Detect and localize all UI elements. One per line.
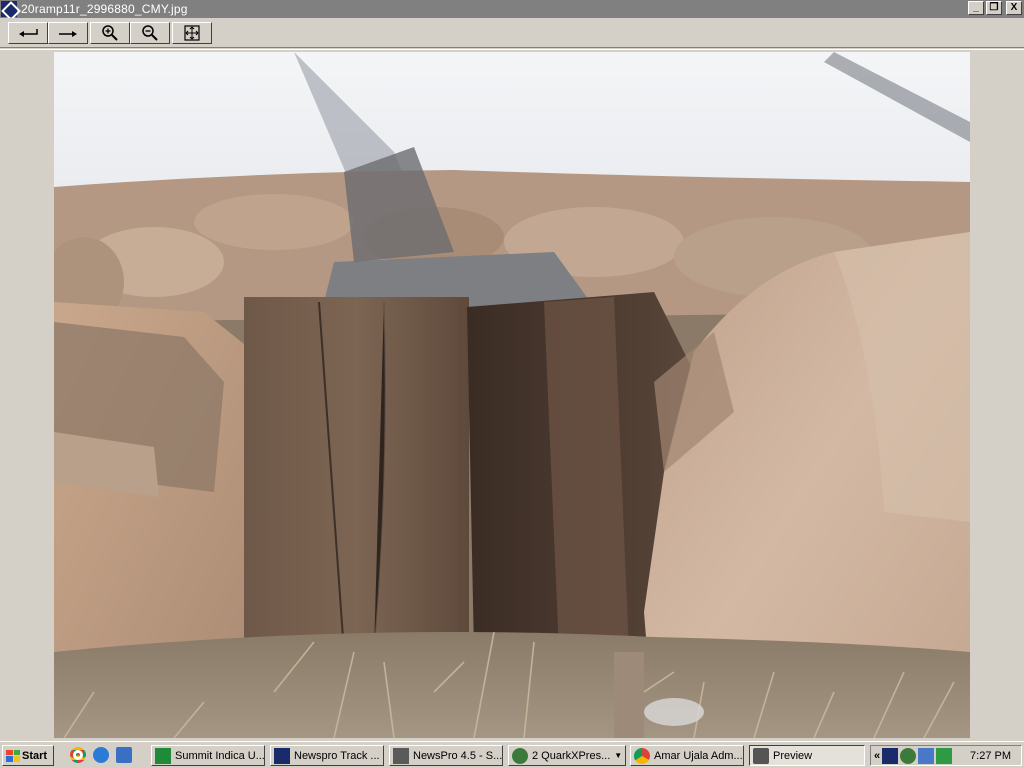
network-tray-icon[interactable] xyxy=(900,747,917,764)
title-bar: 20ramp11r_2996880_CMY.jpg _ ❐ X xyxy=(0,0,1024,18)
tray-expand-button[interactable]: « xyxy=(874,750,880,762)
zoom-out-button[interactable] xyxy=(130,22,170,44)
task-amar-ujala[interactable]: Amar Ujala Adm... xyxy=(630,745,744,766)
task-newspro-45[interactable]: NewsPro 4.5 - S... xyxy=(389,745,503,766)
newspro-window-icon xyxy=(393,747,409,764)
task-label: Newspro Track ... xyxy=(294,749,380,762)
close-button[interactable]: X xyxy=(1006,1,1022,15)
task-preview[interactable]: Preview xyxy=(749,745,865,766)
fit-window-icon xyxy=(184,25,200,41)
next-button[interactable] xyxy=(48,22,88,44)
task-newspro-track[interactable]: Newspro Track ... xyxy=(270,745,384,766)
windows-flag-icon xyxy=(6,749,20,762)
task-label: Preview xyxy=(773,749,813,762)
app-icon xyxy=(1,1,17,17)
computer-tray-icon[interactable] xyxy=(918,747,935,764)
preview-icon xyxy=(753,747,769,764)
zoom-in-button[interactable] xyxy=(90,22,130,44)
newspro-tray-icon[interactable] xyxy=(882,747,899,764)
show-desktop-icon[interactable] xyxy=(116,747,132,763)
arrow-left-icon xyxy=(19,29,38,37)
chrome-icon xyxy=(634,747,650,764)
task-label: Amar Ujala Adm... xyxy=(654,749,743,762)
volume-tray-icon[interactable] xyxy=(936,747,953,764)
restore-button[interactable]: ❐ xyxy=(986,1,1002,15)
quarkxpress-icon xyxy=(512,747,528,764)
fit-to-window-button[interactable] xyxy=(172,22,212,44)
zoom-in-icon xyxy=(102,25,118,41)
task-label: 2 QuarkXPres... xyxy=(532,749,611,762)
system-tray: « 7:27 PM xyxy=(870,745,1022,766)
image-viewer[interactable] xyxy=(0,49,1024,741)
chrome-quicklaunch-icon[interactable] xyxy=(70,747,86,763)
newspro-icon xyxy=(274,747,290,764)
taskbar: Start Summit Indica U... Newspro Track .… xyxy=(0,741,1024,768)
previous-button[interactable] xyxy=(8,22,48,44)
toolbar xyxy=(0,18,1024,48)
task-quarkxpress-group[interactable]: 2 QuarkXPres... ▼ xyxy=(508,745,626,766)
summit-app-icon xyxy=(155,747,171,764)
chevron-down-icon: ▼ xyxy=(614,751,623,760)
ie-quicklaunch-icon[interactable] xyxy=(93,747,109,763)
minimize-button[interactable]: _ xyxy=(968,1,984,15)
start-button[interactable]: Start xyxy=(2,745,54,766)
zoom-out-icon xyxy=(142,25,158,41)
photo-image xyxy=(54,52,970,738)
photo-illustration xyxy=(54,52,970,738)
task-label: Summit Indica U... xyxy=(175,749,265,762)
start-label: Start xyxy=(22,749,48,762)
arrow-right-icon xyxy=(59,31,77,37)
clock[interactable]: 7:27 PM xyxy=(970,750,1011,762)
window-title: 20ramp11r_2996880_CMY.jpg xyxy=(21,2,188,16)
task-summit-indica[interactable]: Summit Indica U... xyxy=(151,745,265,766)
task-label: NewsPro 4.5 - S... xyxy=(413,749,503,762)
